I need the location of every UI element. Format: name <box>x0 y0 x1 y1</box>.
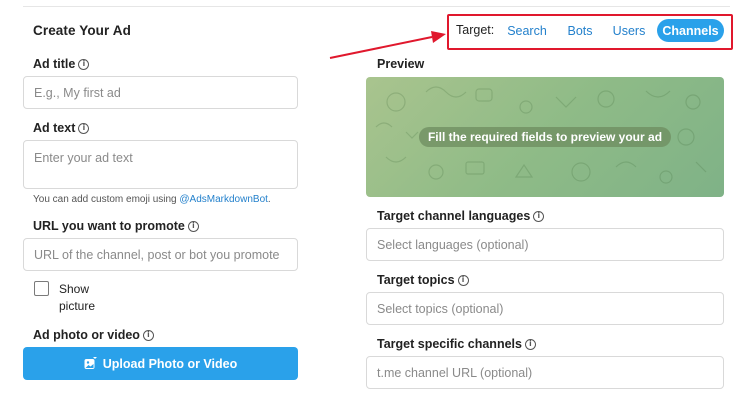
topics-placeholder: Select topics (optional) <box>377 301 504 316</box>
topics-select[interactable]: Select topics (optional) <box>366 292 724 325</box>
specific-channels-label: Target specific channels i <box>377 337 536 351</box>
topics-label: Target topics i <box>377 273 469 287</box>
info-icon[interactable]: i <box>533 210 545 222</box>
languages-label: Target channel languages i <box>377 209 545 223</box>
specific-channels-placeholder: t.me channel URL (optional) <box>377 365 533 380</box>
info-icon[interactable]: i <box>457 274 469 286</box>
specific-channels-label-text: Target specific channels <box>377 337 522 351</box>
specific-channels-input[interactable]: t.me channel URL (optional) <box>366 356 724 389</box>
info-icon[interactable]: i <box>524 338 536 350</box>
languages-select[interactable]: Select languages (optional) <box>366 228 724 261</box>
languages-label-text: Target channel languages <box>377 209 531 223</box>
languages-placeholder: Select languages (optional) <box>377 237 529 252</box>
preview-label-text: Preview <box>377 57 425 71</box>
preview-label: Preview <box>377 57 424 71</box>
topics-label-text: Target topics <box>377 273 455 287</box>
ad-preview-panel: Fill the required fields to preview your… <box>366 77 724 197</box>
preview-placeholder-message: Fill the required fields to preview your… <box>418 127 672 147</box>
